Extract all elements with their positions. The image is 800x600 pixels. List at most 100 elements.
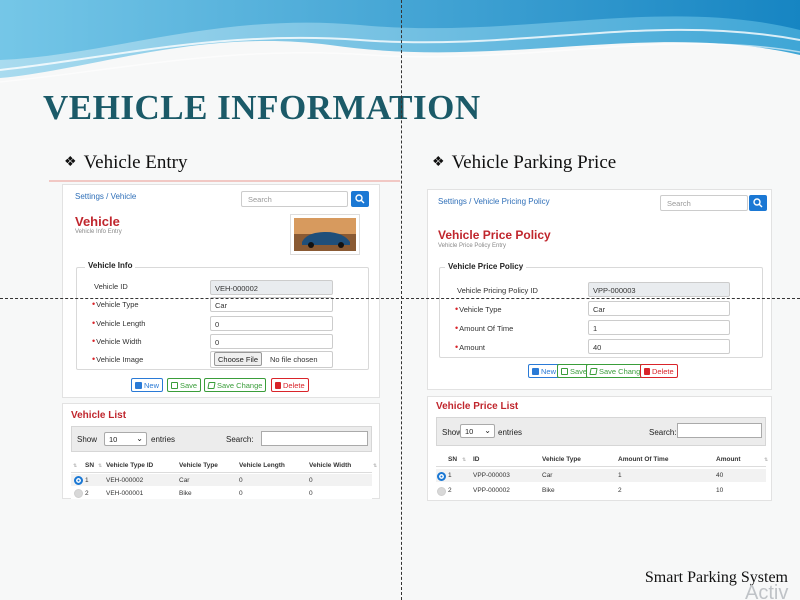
page-subtitle: Vehicle Info Entry [75,229,122,235]
vehicle-type-field[interactable]: Car [588,301,730,316]
search-input[interactable]: Search [241,191,348,207]
breadcrumb[interactable]: Settings / Vehicle Pricing Policy [438,197,550,206]
table-search-input[interactable] [677,423,762,438]
amount-field[interactable]: 40 [588,339,730,354]
policy-id-label: Vehicle Pricing Policy ID [457,286,538,295]
required-marker-icon: • [455,342,459,352]
search-icon [355,194,365,204]
section-heading-vehicle-entry: ❖ Vehicle Entry [64,152,188,174]
header-divider [436,466,766,467]
button-label: Save [180,381,198,390]
cell-id: VPP-000003 [473,472,510,479]
sort-icon[interactable]: ⇅ [373,463,377,469]
sort-icon[interactable]: ⇅ [98,463,102,469]
column-header-id[interactable]: ID [473,456,480,463]
plus-icon [135,382,142,389]
delete-button[interactable]: Delete [640,364,678,378]
fieldset-legend: Vehicle Price Policy [445,262,527,271]
sort-icon[interactable]: ⇅ [462,457,466,463]
new-button[interactable]: New [528,364,561,378]
label-text: Amount Of Time [459,324,514,333]
no-file-chosen-text: No file chosen [270,355,318,364]
table-search-label: Search: [226,435,254,444]
select-value: 10 [465,427,474,436]
sort-icon[interactable]: ⇅ [73,463,77,469]
label-text: Vehicle Width [96,337,142,346]
diamond-bullet-icon: ❖ [64,155,77,170]
column-header-vehicle-width[interactable]: Vehicle Width [309,462,351,469]
entries-select[interactable]: 10 ⌄ [460,424,495,438]
row-select-radio[interactable] [74,476,83,485]
car-photo-icon [294,218,356,251]
cell-width: 0 [309,490,313,497]
column-header-amount-of-time[interactable]: Amount Of Time [618,456,668,463]
entries-select[interactable]: 10 ⌄ [104,432,147,446]
vehicle-width-field[interactable]: 0 [210,334,333,349]
table-search-input[interactable] [261,431,368,446]
delete-button[interactable]: Delete [271,378,309,392]
policy-id-field[interactable]: VPP-000003 [588,282,730,297]
row-select-radio[interactable] [437,472,446,481]
breadcrumb[interactable]: Settings / Vehicle [75,192,136,201]
page-title: Vehicle [75,214,120,229]
row-select-radio[interactable] [74,489,83,498]
vehicle-length-field[interactable]: 0 [210,316,333,331]
button-label: Delete [283,381,305,390]
column-header-sn[interactable]: SN [448,456,457,463]
entries-label: entries [498,428,523,437]
sort-icon[interactable]: ⇅ [764,457,768,463]
vehicle-list-title: Vehicle List [71,410,127,421]
required-marker-icon: • [92,336,96,346]
column-header-vehicle-type-id[interactable]: Vehicle Type ID [106,462,153,469]
search-icon [753,198,763,208]
trash-icon [644,368,650,375]
column-header-vehicle-length[interactable]: Vehicle Length [239,462,285,469]
show-label: Show [442,428,463,437]
button-label: Save Change [599,367,645,376]
row-select-radio[interactable] [437,487,446,496]
search-input[interactable]: Search [660,195,748,211]
choose-file-button[interactable]: Choose File [214,352,263,366]
new-button[interactable]: New [131,378,164,392]
cell-time: 1 [618,472,622,479]
cell-sn: 1 [448,472,452,479]
search-button[interactable] [749,195,767,211]
vehicle-length-label: •Vehicle Length [92,318,145,328]
section-heading-text: Vehicle Parking Price [451,152,617,173]
page-subtitle: Vehicle Price Policy Entry [438,243,507,249]
edit-icon [589,368,598,375]
diamond-bullet-icon: ❖ [432,155,445,170]
column-header-vehicle-type[interactable]: Vehicle Type [179,462,218,469]
column-header-sn[interactable]: SN [85,462,94,469]
plus-icon [532,368,539,375]
required-marker-icon: • [92,299,96,309]
cell-amount: 10 [716,487,724,494]
required-marker-icon: • [92,354,96,364]
save-change-button[interactable]: Save Change [204,378,267,392]
floppy-disk-icon [171,382,178,389]
vehicle-entry-form: Settings / Vehicle Search Vehicle Vehicl… [62,184,380,398]
save-button[interactable]: Save [167,378,202,392]
search-button[interactable] [351,191,369,207]
vehicle-id-field[interactable]: VEH-000002 [210,280,333,295]
label-text: Vehicle Length [96,319,146,328]
vehicle-type-field[interactable]: Car [210,297,333,312]
header-divider [49,180,400,182]
cell-amount: 40 [716,472,724,479]
floppy-disk-icon [561,368,568,375]
amount-of-time-field[interactable]: 1 [588,320,730,335]
cell-length: 0 [239,490,243,497]
cell-width: 0 [309,477,313,484]
label-text: Vehicle Image [96,355,144,364]
column-header-amount[interactable]: Amount [716,456,741,463]
button-label: New [144,381,160,390]
button-label: Delete [652,367,674,376]
vertical-guide-line [401,0,402,600]
section-heading-text: Vehicle Entry [83,152,188,173]
trash-icon [275,382,281,389]
vehicle-width-label: •Vehicle Width [92,336,142,346]
vehicle-type-label: •Vehicle Type [455,304,502,314]
column-header-vehicle-type[interactable]: Vehicle Type [542,456,581,463]
amount-of-time-label: •Amount Of Time [455,323,513,333]
label-text: Vehicle Type [96,300,139,309]
